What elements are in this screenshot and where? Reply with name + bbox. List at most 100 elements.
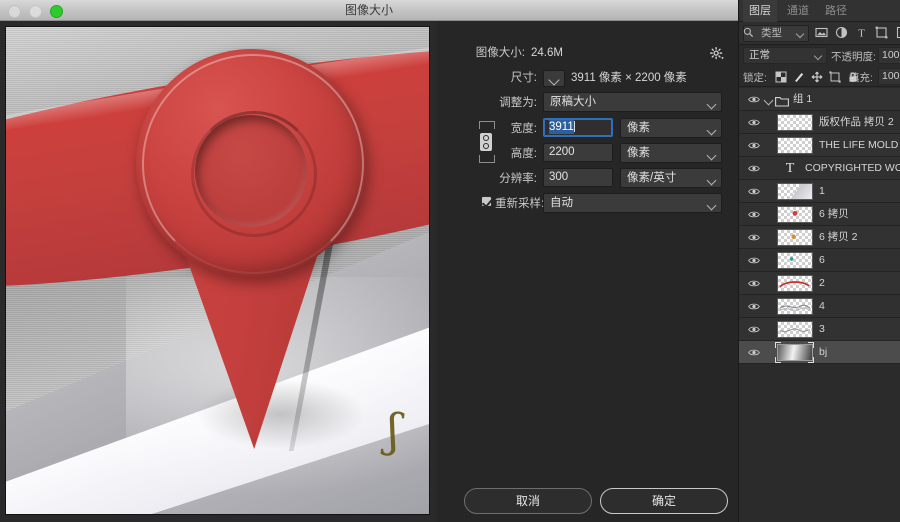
window-titlebar: 图像大小	[0, 0, 738, 21]
eye-icon[interactable]	[748, 186, 760, 197]
map-pin-shadow	[196, 379, 366, 449]
window-title: 图像大小	[344, 3, 393, 17]
smart-object-filter-icon[interactable]	[895, 26, 900, 39]
thumbnail-content	[778, 322, 812, 337]
width-input-value: 3911	[549, 120, 574, 134]
layer-list[interactable]: 组 1 版权作品 拷贝 2 THE LIFE MOLD PLA	[739, 88, 900, 368]
tab-paths[interactable]: 路径	[819, 0, 853, 22]
image-preview-canvas[interactable]: ʃ	[5, 26, 430, 515]
table-row[interactable]: THE LIFE MOLD PLA	[739, 134, 900, 157]
thumbnail-content	[778, 115, 812, 130]
resolution-input[interactable]: 300	[543, 168, 613, 187]
thumbnail-content	[778, 276, 812, 291]
eye-icon[interactable]	[748, 255, 760, 266]
image-filter-icon[interactable]	[815, 26, 828, 39]
map-pin-hole	[195, 115, 307, 227]
type-layer-icon: T	[785, 161, 795, 176]
image-preview-pane[interactable]: ʃ	[0, 21, 437, 522]
eye-icon[interactable]	[748, 232, 760, 243]
dimensions-units-dropdown[interactable]	[543, 70, 565, 87]
pixels-lock-icon[interactable]	[793, 70, 805, 82]
resolution-label: 分辨率:	[499, 173, 537, 185]
layer-thumbnail[interactable]	[777, 321, 813, 338]
svg-text:T: T	[858, 28, 865, 40]
layer-name: 4	[819, 300, 825, 312]
eye-icon[interactable]	[748, 278, 760, 289]
thumbnail-content	[778, 299, 812, 314]
artboard-lock-icon[interactable]	[829, 70, 841, 83]
eye-icon[interactable]	[748, 347, 760, 358]
table-row[interactable]: 6	[739, 249, 900, 272]
eye-icon[interactable]	[748, 94, 760, 105]
eye-icon[interactable]	[748, 163, 760, 174]
ok-button[interactable]: 确定	[600, 488, 728, 514]
cancel-button[interactable]: 取消	[464, 488, 592, 514]
table-row[interactable]: 组 1	[739, 88, 900, 111]
thumbnail-corner-marker	[808, 342, 814, 348]
height-input[interactable]: 2200	[543, 143, 613, 162]
image-size-value: 24.6M	[531, 47, 563, 59]
lock-label: 锁定:	[743, 72, 767, 84]
thumbnail-content	[778, 184, 812, 199]
panel-tab-strip: 图层 通道 路径	[739, 0, 900, 22]
thumbnail-content	[778, 230, 812, 245]
table-row[interactable]: bj	[739, 341, 900, 364]
gear-icon[interactable]	[710, 47, 724, 61]
tab-layers[interactable]: 图层	[743, 0, 777, 22]
table-row[interactable]: 4	[739, 295, 900, 318]
opacity-label: 不透明度:	[831, 51, 876, 63]
thumbnail-content	[778, 207, 812, 222]
eye-icon[interactable]	[748, 117, 760, 128]
fill-input[interactable]: 100	[878, 68, 900, 85]
eye-icon[interactable]	[748, 324, 760, 335]
layer-name: bj	[819, 346, 828, 358]
blend-mode-select[interactable]: 正常	[743, 47, 827, 64]
map-pin-graphic	[136, 49, 366, 451]
thumbnail-corner-marker	[775, 357, 781, 363]
eye-icon[interactable]	[748, 209, 760, 220]
table-row[interactable]: 1	[739, 180, 900, 203]
fill-label: 填充:	[849, 72, 873, 84]
adjustment-filter-icon[interactable]	[835, 26, 848, 39]
image-size-dialog: 图像大小: 24.6M 尺寸: 3911 像素 × 2200 像素 调整为: 原…	[437, 21, 738, 522]
width-input[interactable]: 3911	[543, 118, 613, 137]
table-row[interactable]: 3	[739, 318, 900, 341]
layer-thumbnail[interactable]	[777, 137, 813, 154]
table-row[interactable]: 6 拷贝	[739, 203, 900, 226]
table-row[interactable]: 6 拷贝 2	[739, 226, 900, 249]
opacity-input[interactable]: 100	[878, 47, 900, 64]
fit-to-select[interactable]: 原稿大小	[543, 92, 722, 112]
layer-thumbnail[interactable]	[777, 206, 813, 223]
width-label: 宽度:	[510, 123, 537, 135]
height-unit-select[interactable]: 像素	[620, 143, 722, 163]
shape-filter-icon[interactable]	[875, 26, 888, 39]
chevron-down-icon[interactable]	[763, 95, 774, 106]
resample-select[interactable]: 自动	[543, 193, 722, 213]
width-unit-select[interactable]: 像素	[620, 118, 722, 138]
folder-icon	[775, 94, 789, 107]
resample-checkbox[interactable]	[481, 196, 492, 207]
thumbnail-content	[778, 253, 812, 268]
position-lock-icon[interactable]	[811, 70, 823, 83]
resolution-unit-select[interactable]: 像素/英寸	[620, 168, 722, 188]
transparency-lock-icon[interactable]	[775, 70, 787, 83]
layers-panel: 图层 通道 路径 类型 T 正常 不透明度: 100 锁定: 填充: 100 组…	[738, 0, 900, 522]
eye-icon[interactable]	[748, 140, 760, 151]
fit-to-label: 调整为:	[499, 97, 537, 109]
eye-icon[interactable]	[748, 301, 760, 312]
layer-thumbnail[interactable]	[777, 114, 813, 131]
thumbnail-content	[778, 138, 812, 153]
layer-thumbnail[interactable]	[777, 229, 813, 246]
search-icon	[743, 25, 754, 38]
layer-name: 6	[819, 254, 825, 266]
type-filter-icon[interactable]: T	[855, 26, 868, 40]
layer-thumbnail[interactable]	[777, 252, 813, 269]
table-row[interactable]: T COPYRIGHTED WORKS	[739, 157, 900, 180]
layer-name: 6 拷贝	[819, 208, 849, 220]
table-row[interactable]: 2	[739, 272, 900, 295]
table-row[interactable]: 版权作品 拷贝 2	[739, 111, 900, 134]
layer-thumbnail[interactable]	[777, 183, 813, 200]
layer-thumbnail[interactable]	[777, 275, 813, 292]
tab-channels[interactable]: 通道	[781, 0, 815, 22]
layer-thumbnail[interactable]	[777, 298, 813, 315]
